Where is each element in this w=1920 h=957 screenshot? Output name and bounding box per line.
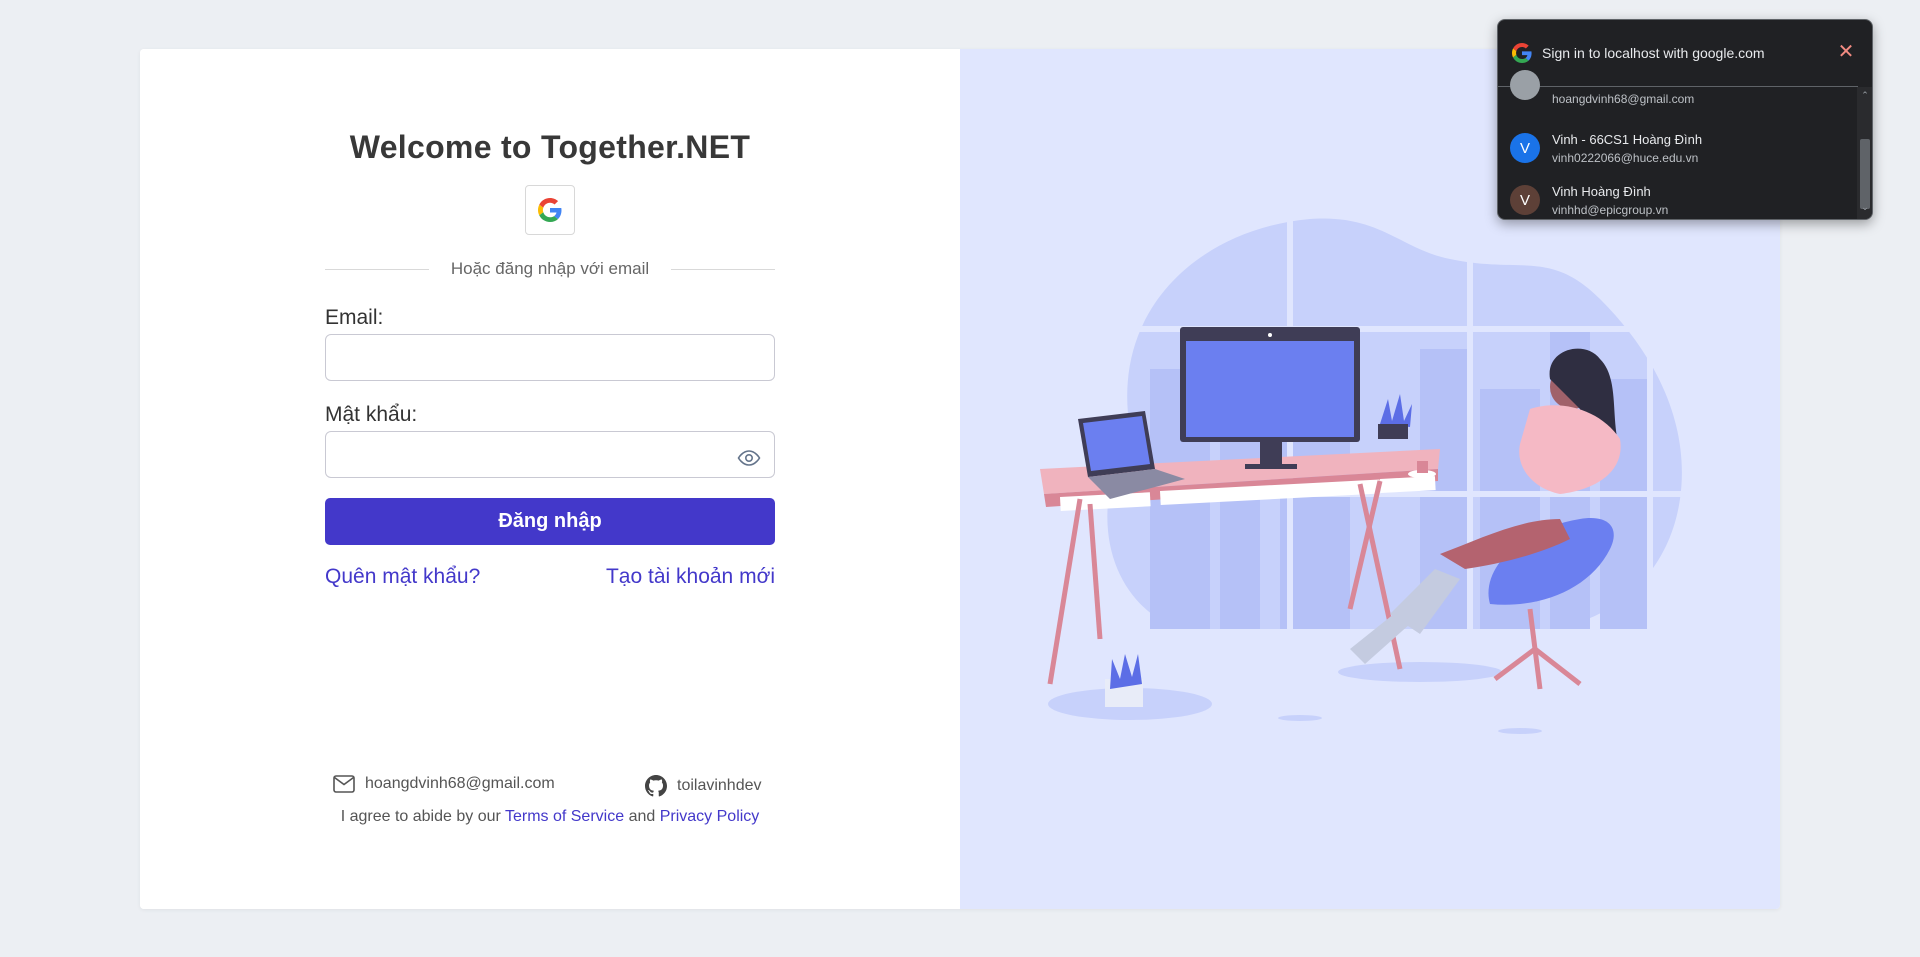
account-email: vinh0222066@huce.edu.vn [1552,150,1699,165]
contact-email[interactable]: hoangdvinh68@gmail.com [333,775,555,793]
terms-agreement: I agree to abide by our Terms of Service… [325,808,775,826]
google-account-item[interactable]: V Vinh Hoàng Đình vinhhd@epicgroup.vn [1498,174,1856,219]
avatar [1510,70,1540,100]
password-label: Mật khẩu: [325,403,418,426]
scroll-down-icon[interactable]: ⌄ [1860,202,1870,212]
account-email: hoangdvinh68@gmail.com [1552,92,1695,106]
account-email: vinhhd@epicgroup.vn [1552,202,1669,217]
google-icon [538,198,562,222]
page-title: Welcome to Together.NET [349,129,751,165]
terms-of-service-link[interactable]: Terms of Service [505,808,624,825]
email-input[interactable] [325,334,775,381]
google-signin-button[interactable] [525,185,575,235]
contact-email-text: hoangdvinh68@gmail.com [365,775,555,792]
show-password-eye-icon[interactable] [737,446,761,470]
account-name: Vinh Hoàng Đình [1552,183,1651,199]
google-account-item[interactable]: V Vinh - 66CS1 Hoàng Đình vinh0222066@hu… [1498,122,1856,174]
avatar: V [1510,185,1540,215]
login-panel: Welcome to Together.NET Hoặc đăng nhập v… [140,49,960,909]
account-name: Vinh - 66CS1 Hoàng Đình [1552,131,1703,147]
scrollbar-thumb[interactable] [1860,139,1870,209]
forgot-password-link[interactable]: Quên mật khẩu? [325,565,480,589]
divider-text: Hoặc đăng nhập với email [450,259,650,278]
contact-github-text: toilavinhdev [677,777,762,794]
contact-github[interactable]: toilavinhdev [645,775,762,797]
login-button[interactable]: Đăng nhập [325,498,775,545]
privacy-policy-link[interactable]: Privacy Policy [660,808,760,825]
or-divider: Hoặc đăng nhập với email [325,258,776,280]
google-popup-title: Sign in to localhost with google.com [1542,45,1765,61]
terms-and: and [628,808,656,825]
email-label: Email: [325,306,384,329]
create-account-link[interactable]: Tạo tài khoản mới [606,565,775,589]
google-account-item[interactable]: hoangdvinh68@gmail.com [1498,70,1856,114]
scroll-up-icon[interactable]: ⌃ [1860,90,1870,100]
google-account-chooser: Sign in to localhost with google.com ✕ h… [1497,19,1873,220]
terms-prefix: I agree to abide by our [340,808,501,825]
close-icon[interactable]: ✕ [1836,42,1856,62]
password-input[interactable] [325,431,775,478]
google-icon [1512,43,1532,63]
avatar: V [1510,133,1540,163]
mail-icon [333,775,355,793]
popup-scrollbar[interactable]: ⌃ ⌄ [1857,87,1872,219]
github-icon [645,775,667,797]
